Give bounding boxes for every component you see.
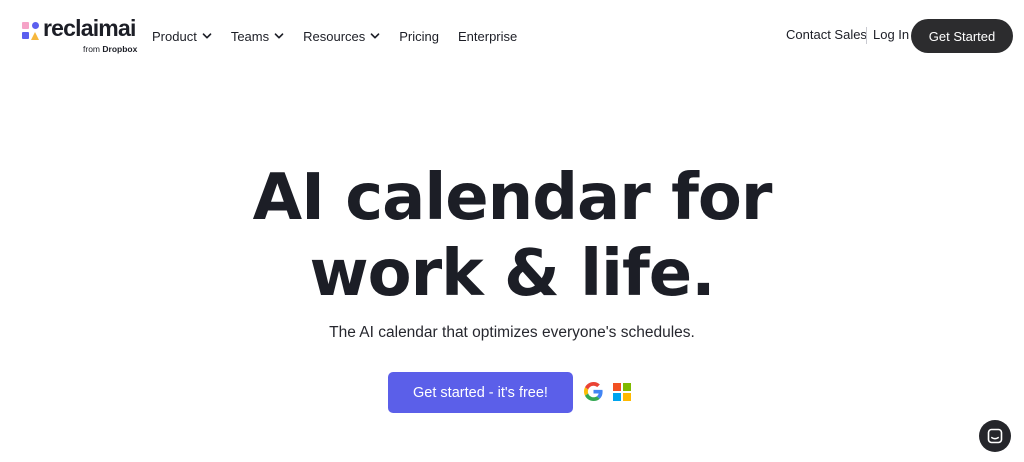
get-started-button[interactable]: Get Started [911,19,1013,53]
nav-item-label: Pricing [399,28,439,44]
logo-wordmark: reclaimai [43,15,136,41]
chevron-down-icon [370,33,380,39]
log-in-link[interactable]: Log In [873,27,909,42]
main-nav: Product Teams Resources Pricing Enterpri… [152,27,536,45]
get-started-free-button[interactable]: Get started - it's free! [388,372,573,413]
reclaim-logo[interactable]: reclaimai from Dropbox [22,15,142,55]
hero-title-line-2: work & life. [309,237,715,311]
google-icon [584,382,603,401]
nav-item-label: Resources [303,28,366,44]
site-header: reclaimai from Dropbox Product Teams Res… [0,0,1024,72]
page: reclaimai from Dropbox Product Teams Res… [0,0,1024,462]
chevron-down-icon [202,33,212,39]
nav-item-product[interactable]: Product [152,27,212,45]
chat-icon [987,428,1003,444]
nav-item-label: Teams [230,28,270,44]
hero-title: AI calendar for work & life. [0,160,1024,312]
contact-sales-link[interactable]: Contact Sales [786,27,867,42]
reclaim-logo-mark-icon [22,22,40,40]
nav-item-label: Enterprise [458,28,518,44]
nav-item-resources[interactable]: Resources [303,27,380,45]
logo-subtitle: from Dropbox [83,44,138,54]
nav-divider [866,27,867,44]
hero-subtitle: The AI calendar that optimizes everyone'… [329,324,695,341]
nav-item-teams[interactable]: Teams [231,27,284,45]
chevron-down-icon [274,33,284,39]
hero-title-line-1: AI calendar for [252,161,773,235]
nav-item-enterprise[interactable]: Enterprise [458,27,517,45]
nav-item-pricing[interactable]: Pricing [399,27,439,45]
support-chat-button[interactable] [979,420,1011,452]
microsoft-icon [613,383,631,401]
nav-item-label: Product [152,28,197,44]
